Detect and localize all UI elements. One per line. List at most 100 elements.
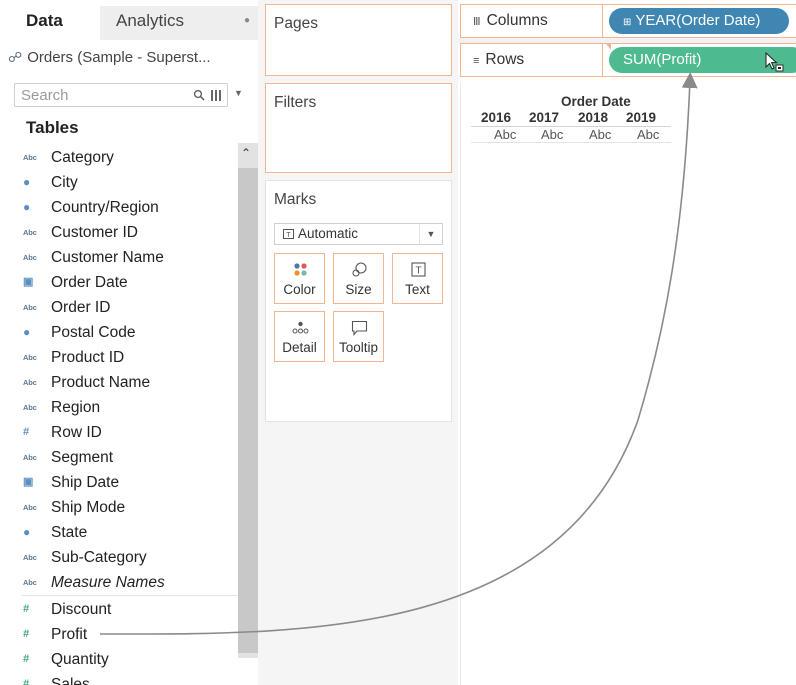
abc-icon: Abc [23,228,37,237]
cards-column: Pages Filters Marks T Automatic ▼ Color [258,0,458,685]
field-profit[interactable]: # Profit [0,622,238,647]
field-label: Discount [51,601,112,618]
rows-shelf[interactable]: ≡ Rows SUM(Profit) [460,43,796,77]
detail-button[interactable]: Detail [274,311,325,362]
hash-icon: # [23,426,30,438]
size-label: Size [345,282,372,297]
worksheet-area: Ⅲ Columns ⊞ YEAR(Order Date) ≡ Rows SUM(Pro… [458,0,796,685]
tooltip-button[interactable]: Tooltip [333,311,384,362]
field-ship-date[interactable]: ▣ Ship Date [0,470,238,495]
field-measure-names[interactable]: Abc Measure Names [0,570,238,595]
search-icon[interactable] [193,89,205,101]
pages-shelf[interactable]: Pages [265,4,452,76]
detail-label: Detail [282,340,317,355]
color-palette-icon [294,263,307,276]
marks-card: Marks T Automatic ▼ Color Size T Text De… [265,180,452,422]
abc-icon: Abc [23,453,37,462]
field-category[interactable]: Abc Category [0,145,238,170]
field-label: Customer Name [51,249,164,266]
profit-pill-label: SUM(Profit) [623,51,702,68]
mark-type-label: T Automatic [283,224,358,244]
tab-analytics[interactable]: Analytics ● [100,6,258,40]
cell-2017: Abc [541,127,564,142]
field-city[interactable]: ● City [0,170,238,195]
field-ship-mode[interactable]: Abc Ship Mode [0,495,238,520]
scroll-up-icon[interactable]: ⌃ [241,146,251,160]
abc-icon: Abc [23,153,37,162]
field-segment[interactable]: Abc Segment [0,445,238,470]
search-input[interactable] [21,86,181,104]
field-customer-id[interactable]: Abc Customer ID [0,220,238,245]
tooltip-label: Tooltip [338,340,379,355]
abc-icon: Abc [23,303,37,312]
date-plus-icon: ⊞ [623,17,632,28]
field-label: Row ID [51,424,102,441]
field-label: Sub-Category [51,549,147,566]
globe-icon: ● [23,175,31,189]
field-sales[interactable]: # Sales [0,672,238,685]
datasource-label: Orders (Sample - Superst... [27,49,211,66]
columns-icon: Ⅲ [473,16,481,28]
tab-analytics-label: Analytics [116,11,185,30]
field-label: City [51,174,78,191]
tooltip-icon [351,320,368,336]
detail-icon [292,321,309,334]
filters-title: Filters [274,94,317,111]
search-box [14,83,228,107]
size-button[interactable]: Size [333,253,384,304]
field-label: Country/Region [51,199,159,216]
mark-type-value: Automatic [298,226,359,241]
field-sub-category[interactable]: Abc Sub-Category [0,545,238,570]
search-options-dropdown-icon[interactable]: ▼ [234,88,243,98]
field-product-id[interactable]: Abc Product ID [0,345,238,370]
abc-icon: Abc [23,403,37,412]
field-state[interactable]: ● State [0,520,238,545]
globe-icon: ● [23,325,31,339]
field-label: Segment [51,449,114,466]
abc-icon: Abc [23,503,37,512]
columns-label-text: Columns [486,12,548,29]
measure-hash-icon: # [23,678,30,685]
list-view-icon[interactable] [211,90,223,101]
cell-2016: Abc [494,127,517,142]
rows-label-text: Rows [485,51,525,68]
columns-shelf[interactable]: Ⅲ Columns ⊞ YEAR(Order Date) [460,4,796,38]
field-order-id[interactable]: Abc Order ID [0,295,238,320]
field-postal-code[interactable]: ● Postal Code [0,320,238,345]
size-icon [352,262,367,277]
filters-shelf[interactable]: Filters [265,83,452,173]
field-row-id[interactable]: # Row ID [0,420,238,445]
scrollbar-thumb[interactable] [238,168,258,653]
datasource-name[interactable]: ☍ Orders (Sample - Superst... [8,42,253,72]
measure-hash-icon: # [23,603,30,615]
cell-2019: Abc [637,127,660,142]
field-order-date[interactable]: ▣ Order Date [0,270,238,295]
field-country-region[interactable]: ● Country/Region [0,195,238,220]
field-label: Quantity [51,651,109,668]
calendar-icon: ▣ [23,476,34,488]
field-label: Customer ID [51,224,138,241]
measure-hash-icon: # [23,653,30,665]
field-product-name[interactable]: Abc Product Name [0,370,238,395]
field-label: State [51,524,88,541]
color-button[interactable]: Color [274,253,325,304]
measures-divider [22,595,238,596]
view-canvas[interactable]: Order Date 2016 2017 2018 2019 Abc Abc A… [460,82,796,685]
drag-cursor-icon [765,52,784,72]
text-button[interactable]: T Text [392,253,443,304]
field-region[interactable]: Abc Region [0,395,238,420]
calendar-icon: ▣ [23,276,34,288]
field-label: Measure Names [51,574,165,591]
chevron-down-icon[interactable]: ▼ [419,224,442,244]
field-quantity[interactable]: # Quantity [0,647,238,672]
year-header-2016: 2016 [481,110,512,125]
rows-icon: ≡ [473,55,480,67]
field-label: Postal Code [51,324,136,341]
tab-menu-icon[interactable]: ● [244,6,250,36]
year-order-date-pill[interactable]: ⊞ YEAR(Order Date) [609,8,789,34]
svg-text:T: T [286,232,291,239]
mark-type-dropdown[interactable]: T Automatic ▼ [274,223,443,245]
tab-data[interactable]: Data [0,6,100,40]
field-customer-name[interactable]: Abc Customer Name [0,245,238,270]
field-discount[interactable]: # Discount [0,597,238,622]
